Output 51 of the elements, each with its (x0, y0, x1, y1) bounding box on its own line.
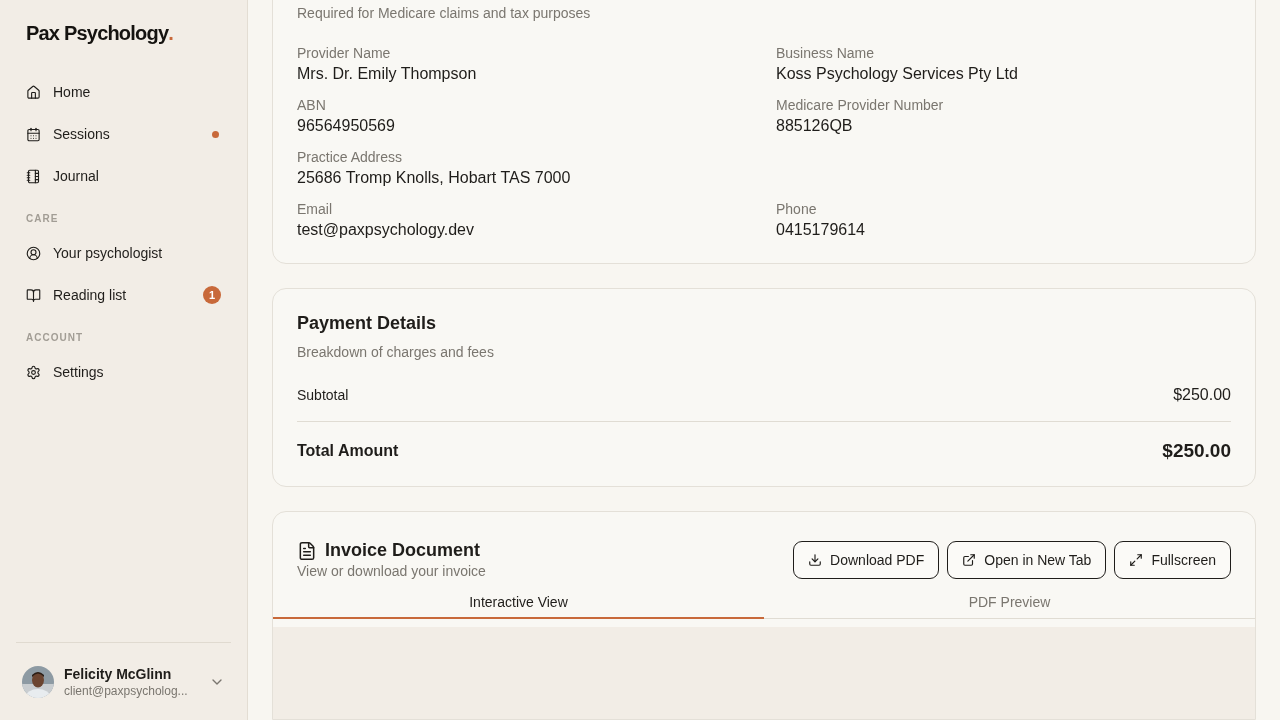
field-label: Phone (776, 201, 818, 217)
nav-item[interactable]: Reading list 1 (16, 274, 231, 316)
field-value: 96564950569 (297, 117, 396, 135)
nav-item[interactable]: Your psychologist (16, 232, 231, 274)
subtotal-label: Subtotal (297, 387, 349, 403)
nav-item[interactable]: Sessions (16, 113, 231, 155)
section-heading: ACCOUNT (25, 332, 84, 343)
field-value: 25686 Tromp Knolls, Hobart TAS 7000 (297, 169, 572, 187)
download-icon (808, 552, 823, 567)
total-amount: $250.00 (1162, 440, 1231, 462)
view-tab[interactable]: PDF Preview (764, 587, 1255, 619)
field-value: 885126QB (776, 117, 854, 135)
toolbar-button[interactable]: Download PDF (793, 540, 940, 579)
logo-dot: . (168, 22, 174, 45)
user-name: Felicity McGlinn (64, 665, 173, 682)
section-heading: CARE (25, 213, 60, 224)
nav-item[interactable]: Home (16, 71, 231, 113)
subtotal-amount: $250.00 (1173, 386, 1231, 404)
toolbar-button[interactable]: Fullscreen (1114, 540, 1231, 579)
total-label: Total Amount (297, 442, 399, 460)
field-value: test@paxpsychology.dev (297, 221, 475, 239)
card-subtitle: View or download your invoice (297, 563, 486, 579)
calendar-icon (26, 126, 41, 142)
card-subtitle: Breakdown of charges and fees (297, 344, 495, 360)
logo: Pax Psychology (26, 22, 169, 45)
user-circle-icon (26, 245, 41, 261)
expand-icon (1129, 552, 1144, 567)
field-label: Email (297, 201, 333, 217)
count-badge: 1 (203, 286, 221, 304)
card-subtitle: Required for Medicare claims and tax purposes (297, 5, 592, 21)
field-label: Medicare Provider Number (776, 97, 945, 113)
home-icon (26, 84, 41, 100)
field-value: Koss Psychology Services Pty Ltd (776, 65, 1019, 83)
card-title: Invoice Document (325, 540, 481, 561)
field-label: ABN (297, 97, 327, 113)
nav-item[interactable]: Settings (16, 351, 231, 393)
view-tab[interactable]: Interactive View (273, 587, 764, 619)
field-label: Business Name (776, 45, 876, 61)
card-title: Payment Details (297, 313, 438, 334)
field-value: 0415179614 (776, 221, 866, 239)
book-icon (26, 287, 41, 303)
toolbar-button[interactable]: Open in New Tab (947, 540, 1107, 579)
user-email: client@paxpsycholog... (64, 683, 189, 698)
document-icon (297, 540, 317, 561)
nav-item[interactable]: Journal (16, 155, 231, 197)
field-label: Provider Name (297, 45, 392, 61)
field-label: Practice Address (297, 149, 404, 165)
field-value: Mrs. Dr. Emily Thompson (297, 65, 478, 83)
notebook-icon (26, 168, 41, 184)
settings-icon (26, 364, 41, 380)
external-link-icon (962, 552, 977, 567)
